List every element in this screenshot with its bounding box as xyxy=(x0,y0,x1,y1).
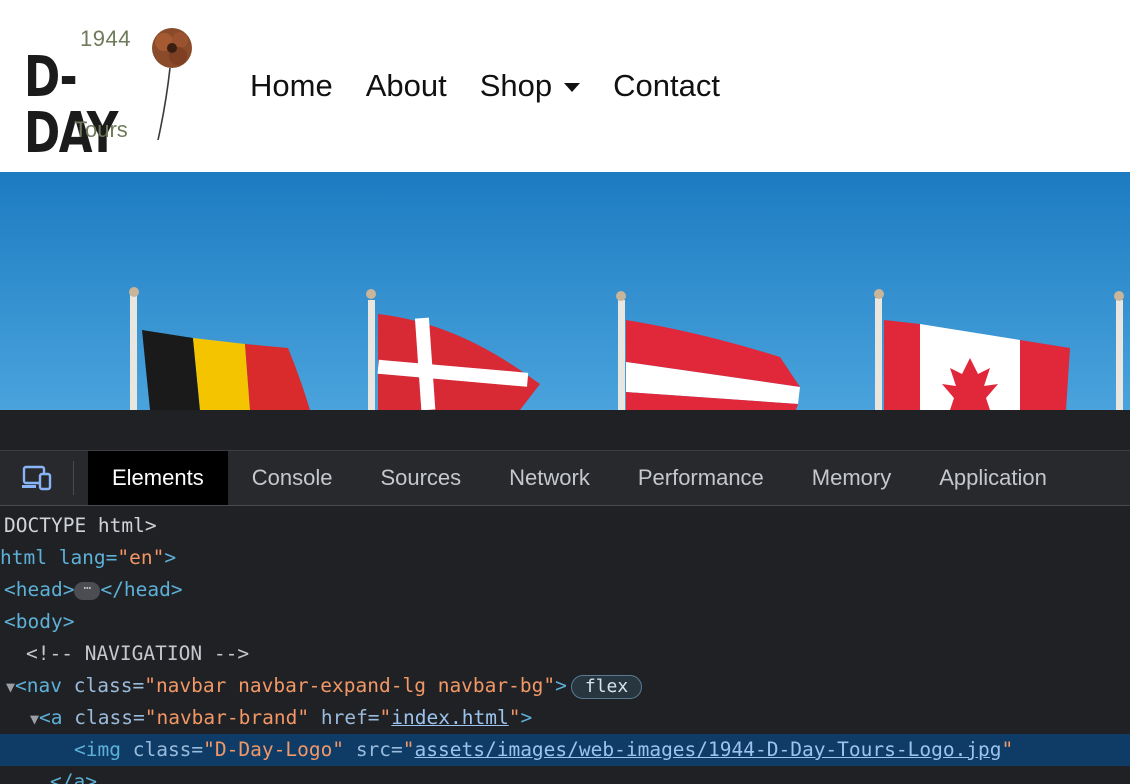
nav-open-tag: <nav xyxy=(15,674,62,697)
dom-node-comment[interactable]: <!-- NAVIGATION --> xyxy=(0,638,1130,670)
a-class-attr: class= xyxy=(74,706,145,729)
dom-node-head[interactable]: <head> ⋯ </head> xyxy=(0,574,1130,606)
logo-title: D-DAY xyxy=(24,45,118,166)
tab-elements[interactable]: Elements xyxy=(88,451,228,505)
logo-subtitle: Tours xyxy=(74,117,128,142)
devtools-tab-bar: Elements Console Sources Network Perform… xyxy=(0,450,1130,506)
html-lang-value: "en" xyxy=(117,546,165,569)
caret-down-icon xyxy=(564,82,581,92)
img-src-attr: src= xyxy=(355,738,403,761)
dom-node-img-selected[interactable]: <img class="D-Day-Logo" src="assets/imag… xyxy=(0,734,1130,766)
a-href-attr: href= xyxy=(320,706,380,729)
dom-node-doctype[interactable]: DOCTYPE html> xyxy=(0,510,1130,542)
site-navbar: 1944 D-DAY Tours Home About Shop Contact xyxy=(0,0,1130,172)
logo-year: 1944 xyxy=(80,26,131,51)
img-open-tag: <img xyxy=(74,738,121,761)
tab-application[interactable]: Application xyxy=(915,451,1071,505)
tab-sources[interactable]: Sources xyxy=(356,451,485,505)
tab-performance[interactable]: Performance xyxy=(614,451,788,505)
site-logo[interactable]: 1944 D-DAY Tours xyxy=(22,24,202,162)
nav-contact-link[interactable]: Contact xyxy=(613,66,720,106)
expand-triangle-icon[interactable]: ▼ xyxy=(0,710,39,728)
hero-flags-illustration xyxy=(0,172,1130,410)
flex-badge[interactable]: flex xyxy=(570,674,643,699)
dom-node-a-close[interactable]: </a> xyxy=(0,766,1130,784)
dom-node-a[interactable]: ▼<a class="navbar-brand" href="index.htm… xyxy=(0,702,1130,734)
dom-node-body[interactable]: <body> xyxy=(0,606,1130,638)
dom-node-nav[interactable]: ▼<nav class="navbar navbar-expand-lg nav… xyxy=(0,670,1130,702)
body-open-tag: <body> xyxy=(4,610,75,633)
devtools-panel: Elements Console Sources Network Perform… xyxy=(0,410,1130,784)
expand-triangle-icon[interactable]: ▼ xyxy=(0,678,15,696)
nav-close-bracket: > xyxy=(555,674,567,697)
head-close-tag: </head> xyxy=(100,578,183,601)
html-tag: html lang= xyxy=(0,546,118,569)
dom-tree: DOCTYPE html> html lang="en"> <head> ⋯ </h… xyxy=(0,510,1130,784)
img-class-attr: class= xyxy=(132,738,204,761)
doctype-text: DOCTYPE html> xyxy=(4,514,157,537)
nav-class-attr: class= xyxy=(73,674,145,697)
nav-class-value: "navbar navbar-expand-lg navbar-bg" xyxy=(144,674,556,697)
tab-memory[interactable]: Memory xyxy=(788,451,915,505)
a-class-value: "navbar-brand" xyxy=(144,706,310,729)
img-class-value: "D-Day-Logo" xyxy=(203,738,345,761)
site-nav-links: Home About Shop Contact xyxy=(250,66,753,106)
a-open-tag: <a xyxy=(39,706,63,729)
nav-shop-dropdown[interactable]: Shop xyxy=(479,66,581,106)
poppy-icon xyxy=(152,28,192,141)
ellipsis-icon[interactable]: ⋯ xyxy=(74,581,101,600)
tab-console[interactable]: Console xyxy=(228,451,357,505)
nav-home-link[interactable]: Home xyxy=(250,66,333,106)
device-toolbar-toggle[interactable] xyxy=(0,461,74,495)
a-href-link[interactable]: index.html xyxy=(391,706,508,729)
head-open-tag: <head> xyxy=(4,578,75,601)
device-toggle-icon xyxy=(21,465,51,491)
img-src-link[interactable]: assets/images/web-images/1944-D-Day-Tour… xyxy=(415,738,1002,761)
dom-node-html[interactable]: html lang="en"> xyxy=(0,542,1130,574)
navigation-comment: <!-- NAVIGATION --> xyxy=(26,642,250,665)
nav-about-link[interactable]: About xyxy=(366,66,447,106)
a-close-tag: </a> xyxy=(50,770,97,784)
devtools-resize-bar[interactable] xyxy=(0,410,1130,450)
tab-network[interactable]: Network xyxy=(485,451,614,505)
nav-shop-label: Shop xyxy=(479,68,553,103)
hero-image xyxy=(0,172,1130,410)
